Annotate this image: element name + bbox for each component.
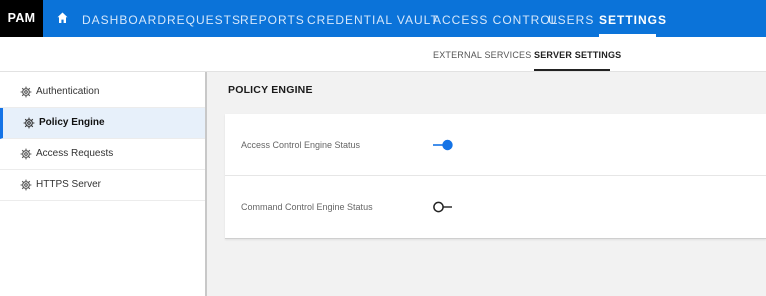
setting-label: Command Control Engine Status [241,202,373,212]
main-content: POLICY ENGINE Access Control Engine Stat… [207,72,766,296]
sub-tab-bar: EXTERNAL SERVICES SERVER SETTINGS [0,37,766,72]
access-control-engine-toggle[interactable] [432,138,454,152]
setting-label: Access Control Engine Status [241,140,361,150]
nav-access-control[interactable]: ACCESS CONTROL [433,0,558,37]
settings-card: Access Control Engine Status Command Con… [225,114,766,239]
settings-sidebar: Authentication Policy Engine Access Requ… [0,72,207,296]
gear-icon [20,86,32,98]
nav-requests[interactable]: REQUESTS [167,0,241,37]
page-title: POLICY ENGINE [228,84,313,96]
command-control-engine-toggle[interactable] [432,200,454,214]
gear-icon [20,179,32,191]
sidebar-item-authentication[interactable]: Authentication [0,77,205,108]
setting-row-command-control-engine: Command Control Engine Status [225,176,766,238]
setting-row-access-control-engine: Access Control Engine Status [225,114,766,176]
sidebar-item-label: HTTPS Server [36,179,102,190]
app-logo[interactable]: PAM [0,0,43,37]
sidebar-item-label: Access Requests [36,148,114,159]
nav-reports[interactable]: REPORTS [240,0,305,37]
sidebar-item-label: Authentication [36,86,100,97]
nav-users[interactable]: USERS [548,0,594,37]
sidebar-item-label: Policy Engine [39,117,105,128]
tab-server-settings[interactable]: SERVER SETTINGS [534,50,621,60]
sidebar-item-https-server[interactable]: HTTPS Server [0,170,205,201]
sidebar-item-policy-engine[interactable]: Policy Engine [0,108,205,139]
subtab-active-indicator [534,69,610,71]
gear-icon [23,117,35,129]
home-icon[interactable] [57,12,68,24]
nav-settings[interactable]: SETTINGS [599,0,667,37]
nav-dashboard[interactable]: DASHBOARD [82,0,167,37]
top-nav-bar: PAM DASHBOARD REQUESTS REPORTS CREDENTIA… [0,0,766,37]
tab-external-services[interactable]: EXTERNAL SERVICES [433,50,531,60]
nav-credential-vault[interactable]: CREDENTIAL VAULT [307,0,439,37]
sidebar-item-access-requests[interactable]: Access Requests [0,139,205,170]
gear-icon [20,148,32,160]
